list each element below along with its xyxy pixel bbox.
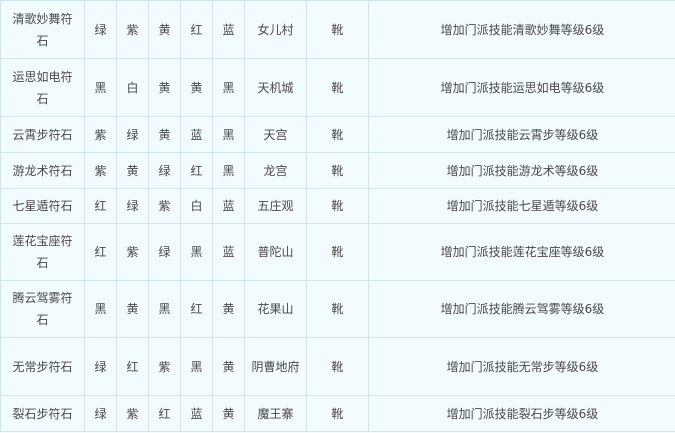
color-4: 红 xyxy=(180,0,213,59)
color-4: 红 xyxy=(180,280,213,338)
stone-name: 莲花宝座符石 xyxy=(0,223,85,281)
equipment-slot: 靴 xyxy=(306,223,369,281)
color-1: 紫 xyxy=(84,116,117,153)
color-3: 黄 xyxy=(148,116,181,153)
table-row: 莲花宝座符石 红 紫 绿 黑 蓝 普陀山 靴 增加门派技能莲花宝座等级6级 xyxy=(0,223,675,281)
color-4: 黄 xyxy=(180,58,213,117)
stone-name: 云霄步符石 xyxy=(0,116,85,153)
table-row: 云霄步符石 紫 绿 黄 蓝 黑 天宫 靴 增加门派技能云霄步等级6级 xyxy=(0,116,675,153)
stone-effect: 增加门派技能游龙术等级6级 xyxy=(368,152,675,189)
sect-name: 天宫 xyxy=(244,116,307,153)
sect-name: 龙宫 xyxy=(244,152,307,189)
stone-effect: 增加门派技能七星遁等级6级 xyxy=(368,188,675,224)
color-1: 红 xyxy=(84,223,117,281)
stone-name: 裂石步符石 xyxy=(0,395,85,432)
equipment-slot: 靴 xyxy=(306,58,369,117)
color-2: 白 xyxy=(116,58,149,117)
sect-name: 阴曹地府 xyxy=(244,337,307,396)
stone-name: 运思如电符石 xyxy=(0,58,85,117)
color-1: 黑 xyxy=(84,280,117,338)
sect-name: 魔王寨 xyxy=(244,395,307,432)
color-5: 蓝 xyxy=(212,0,245,59)
color-4: 蓝 xyxy=(180,116,213,153)
table-row: 裂石步符石 绿 紫 红 蓝 黄 魔王寨 靴 增加门派技能裂石步等级6级 xyxy=(0,395,675,432)
stone-name: 七星遁符石 xyxy=(0,188,85,224)
stone-name: 腾云驾雾符石 xyxy=(0,280,85,338)
color-2: 紫 xyxy=(116,223,149,281)
color-5: 黑 xyxy=(212,152,245,189)
color-2: 紫 xyxy=(116,0,149,59)
color-2: 绿 xyxy=(116,188,149,224)
table-row: 清歌妙舞符石 绿 紫 黄 红 蓝 女儿村 靴 增加门派技能清歌妙舞等级6级 xyxy=(0,0,675,59)
equipment-slot: 靴 xyxy=(306,116,369,153)
color-5: 黑 xyxy=(212,58,245,117)
table-row: 腾云驾雾符石 黑 黄 黑 红 黄 花果山 靴 增加门派技能腾云驾雾等级6级 xyxy=(0,280,675,338)
stone-effect: 增加门派技能莲花宝座等级6级 xyxy=(368,223,675,281)
stone-name: 无常步符石 xyxy=(0,337,85,396)
color-1: 绿 xyxy=(84,395,117,432)
color-1: 紫 xyxy=(84,152,117,189)
color-3: 绿 xyxy=(148,152,181,189)
stone-effect: 增加门派技能无常步等级6级 xyxy=(368,337,675,396)
color-2: 红 xyxy=(116,337,149,396)
color-1: 红 xyxy=(84,188,117,224)
stone-name: 清歌妙舞符石 xyxy=(0,0,85,59)
color-3: 黄 xyxy=(148,0,181,59)
color-4: 黑 xyxy=(180,223,213,281)
color-3: 红 xyxy=(148,395,181,432)
table-row: 无常步符石 绿 红 紫 黑 黄 阴曹地府 靴 增加门派技能无常步等级6级 xyxy=(0,337,675,396)
color-3: 绿 xyxy=(148,223,181,281)
table-row: 七星遁符石 红 绿 紫 白 蓝 五庄观 靴 增加门派技能七星遁等级6级 xyxy=(0,188,675,224)
color-2: 紫 xyxy=(116,395,149,432)
table-row: 运思如电符石 黑 白 黄 黄 黑 天机城 靴 增加门派技能运思如电等级6级 xyxy=(0,58,675,117)
color-3: 紫 xyxy=(148,188,181,224)
stone-effect: 增加门派技能清歌妙舞等级6级 xyxy=(368,0,675,59)
color-1: 绿 xyxy=(84,337,117,396)
color-5: 黄 xyxy=(212,337,245,396)
color-4: 白 xyxy=(180,188,213,224)
color-5: 蓝 xyxy=(212,188,245,224)
color-5: 黑 xyxy=(212,116,245,153)
color-3: 紫 xyxy=(148,337,181,396)
color-5: 蓝 xyxy=(212,223,245,281)
color-2: 绿 xyxy=(116,116,149,153)
stone-effect: 增加门派技能运思如电等级6级 xyxy=(368,58,675,117)
sect-name: 花果山 xyxy=(244,280,307,338)
fustone-table: 清歌妙舞符石 绿 紫 黄 红 蓝 女儿村 靴 增加门派技能清歌妙舞等级6级 运思… xyxy=(0,0,675,432)
color-5: 黄 xyxy=(212,280,245,338)
color-4: 红 xyxy=(180,152,213,189)
equipment-slot: 靴 xyxy=(306,337,369,396)
color-5: 黄 xyxy=(212,395,245,432)
color-4: 黑 xyxy=(180,337,213,396)
equipment-slot: 靴 xyxy=(306,0,369,59)
color-2: 黄 xyxy=(116,152,149,189)
stone-effect: 增加门派技能云霄步等级6级 xyxy=(368,116,675,153)
equipment-slot: 靴 xyxy=(306,395,369,432)
color-1: 绿 xyxy=(84,0,117,59)
sect-name: 天机城 xyxy=(244,58,307,117)
color-3: 黑 xyxy=(148,280,181,338)
color-1: 黑 xyxy=(84,58,117,117)
color-3: 黄 xyxy=(148,58,181,117)
equipment-slot: 靴 xyxy=(306,280,369,338)
color-2: 黄 xyxy=(116,280,149,338)
stone-effect: 增加门派技能裂石步等级6级 xyxy=(368,395,675,432)
stone-name: 游龙术符石 xyxy=(0,152,85,189)
sect-name: 普陀山 xyxy=(244,223,307,281)
sect-name: 五庄观 xyxy=(244,188,307,224)
color-4: 蓝 xyxy=(180,395,213,432)
stone-effect: 增加门派技能腾云驾雾等级6级 xyxy=(368,280,675,338)
equipment-slot: 靴 xyxy=(306,152,369,189)
table-row: 游龙术符石 紫 黄 绿 红 黑 龙宫 靴 增加门派技能游龙术等级6级 xyxy=(0,152,675,189)
sect-name: 女儿村 xyxy=(244,0,307,59)
equipment-slot: 靴 xyxy=(306,188,369,224)
